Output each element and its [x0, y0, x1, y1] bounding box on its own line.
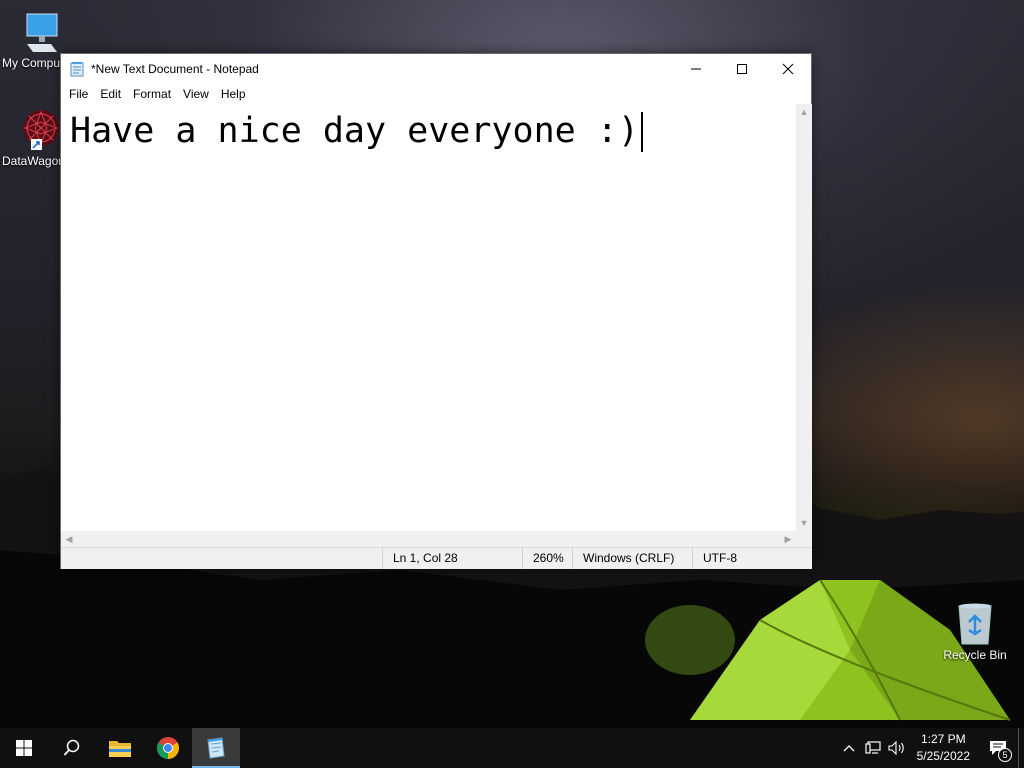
- taskbar-clock[interactable]: 1:27 PM 5/25/2022: [909, 731, 978, 765]
- clock-time: 1:27 PM: [920, 732, 966, 746]
- scroll-down-icon[interactable]: ▼: [796, 515, 812, 531]
- text-editor[interactable]: Have a nice day everyone :): [61, 104, 796, 531]
- notepad-window[interactable]: *New Text Document - Notepad File Edit F…: [60, 53, 812, 569]
- text-caret: [640, 112, 643, 152]
- menu-edit[interactable]: Edit: [94, 84, 127, 104]
- chrome-icon: [157, 737, 179, 759]
- close-button[interactable]: [765, 54, 811, 84]
- menu-view[interactable]: View: [177, 84, 215, 104]
- minimize-button[interactable]: [673, 54, 719, 84]
- editor-text: Have a nice day everyone :): [70, 111, 639, 151]
- status-encoding: UTF-8: [692, 548, 812, 569]
- show-desktop-button[interactable]: [1018, 728, 1024, 768]
- menu-file[interactable]: File: [63, 84, 94, 104]
- search-icon: [63, 739, 80, 756]
- scroll-corner: [796, 531, 812, 547]
- scroll-right-icon[interactable]: ▶: [780, 531, 796, 547]
- system-tray: 1:27 PM 5/25/2022 5: [837, 728, 1024, 768]
- recycle-bin-icon: [958, 603, 992, 645]
- scroll-up-icon[interactable]: ▲: [796, 104, 812, 120]
- notepad-taskbar-button[interactable]: [192, 728, 240, 768]
- taskbar: 1:27 PM 5/25/2022 5: [0, 728, 1024, 768]
- datawagon-icon: [23, 110, 59, 150]
- notepad-icon: [70, 62, 84, 77]
- desktop-icon-label: Recycle Bin: [943, 648, 1007, 662]
- close-icon: [782, 63, 794, 75]
- network-icon: [865, 741, 881, 754]
- start-button[interactable]: [0, 728, 48, 768]
- folder-icon: [109, 741, 131, 757]
- clock-date: 5/25/2022: [916, 749, 970, 763]
- desktop-icon-recycle-bin[interactable]: Recycle Bin: [936, 602, 1014, 662]
- status-bar: Ln 1, Col 28 260% Windows (CRLF) UTF-8: [61, 547, 812, 569]
- scroll-left-icon[interactable]: ◀: [61, 531, 77, 547]
- windows-start-icon: [16, 740, 32, 756]
- chevron-up-icon: [843, 745, 855, 752]
- chrome-button[interactable]: [144, 728, 192, 768]
- speaker-icon: [888, 741, 904, 755]
- show-hidden-icons-button[interactable]: [837, 728, 861, 768]
- volume-button[interactable]: [885, 728, 909, 768]
- vertical-scrollbar[interactable]: ▲ ▼: [796, 104, 812, 531]
- maximize-icon: [737, 64, 747, 74]
- menu-help[interactable]: Help: [215, 84, 252, 104]
- editor-content[interactable]: Have a nice day everyone :): [70, 108, 643, 154]
- search-button[interactable]: [48, 728, 96, 768]
- notification-count-badge: 5: [998, 748, 1012, 762]
- network-button[interactable]: [861, 728, 885, 768]
- computer-icon: [26, 13, 58, 52]
- status-zoom: 260%: [522, 548, 572, 569]
- action-center-button[interactable]: 5: [978, 728, 1018, 768]
- menu-bar: File Edit Format View Help: [61, 84, 811, 104]
- notepad-icon: [207, 737, 225, 759]
- menu-format[interactable]: Format: [127, 84, 177, 104]
- minimize-icon: [691, 68, 701, 70]
- file-explorer-button[interactable]: [96, 728, 144, 768]
- title-bar[interactable]: *New Text Document - Notepad: [61, 54, 811, 84]
- status-cursor-position: Ln 1, Col 28: [382, 548, 522, 569]
- window-title: *New Text Document - Notepad: [91, 62, 259, 76]
- maximize-button[interactable]: [719, 54, 765, 84]
- horizontal-scrollbar[interactable]: ◀ ▶: [61, 531, 796, 547]
- status-line-ending: Windows (CRLF): [572, 548, 692, 569]
